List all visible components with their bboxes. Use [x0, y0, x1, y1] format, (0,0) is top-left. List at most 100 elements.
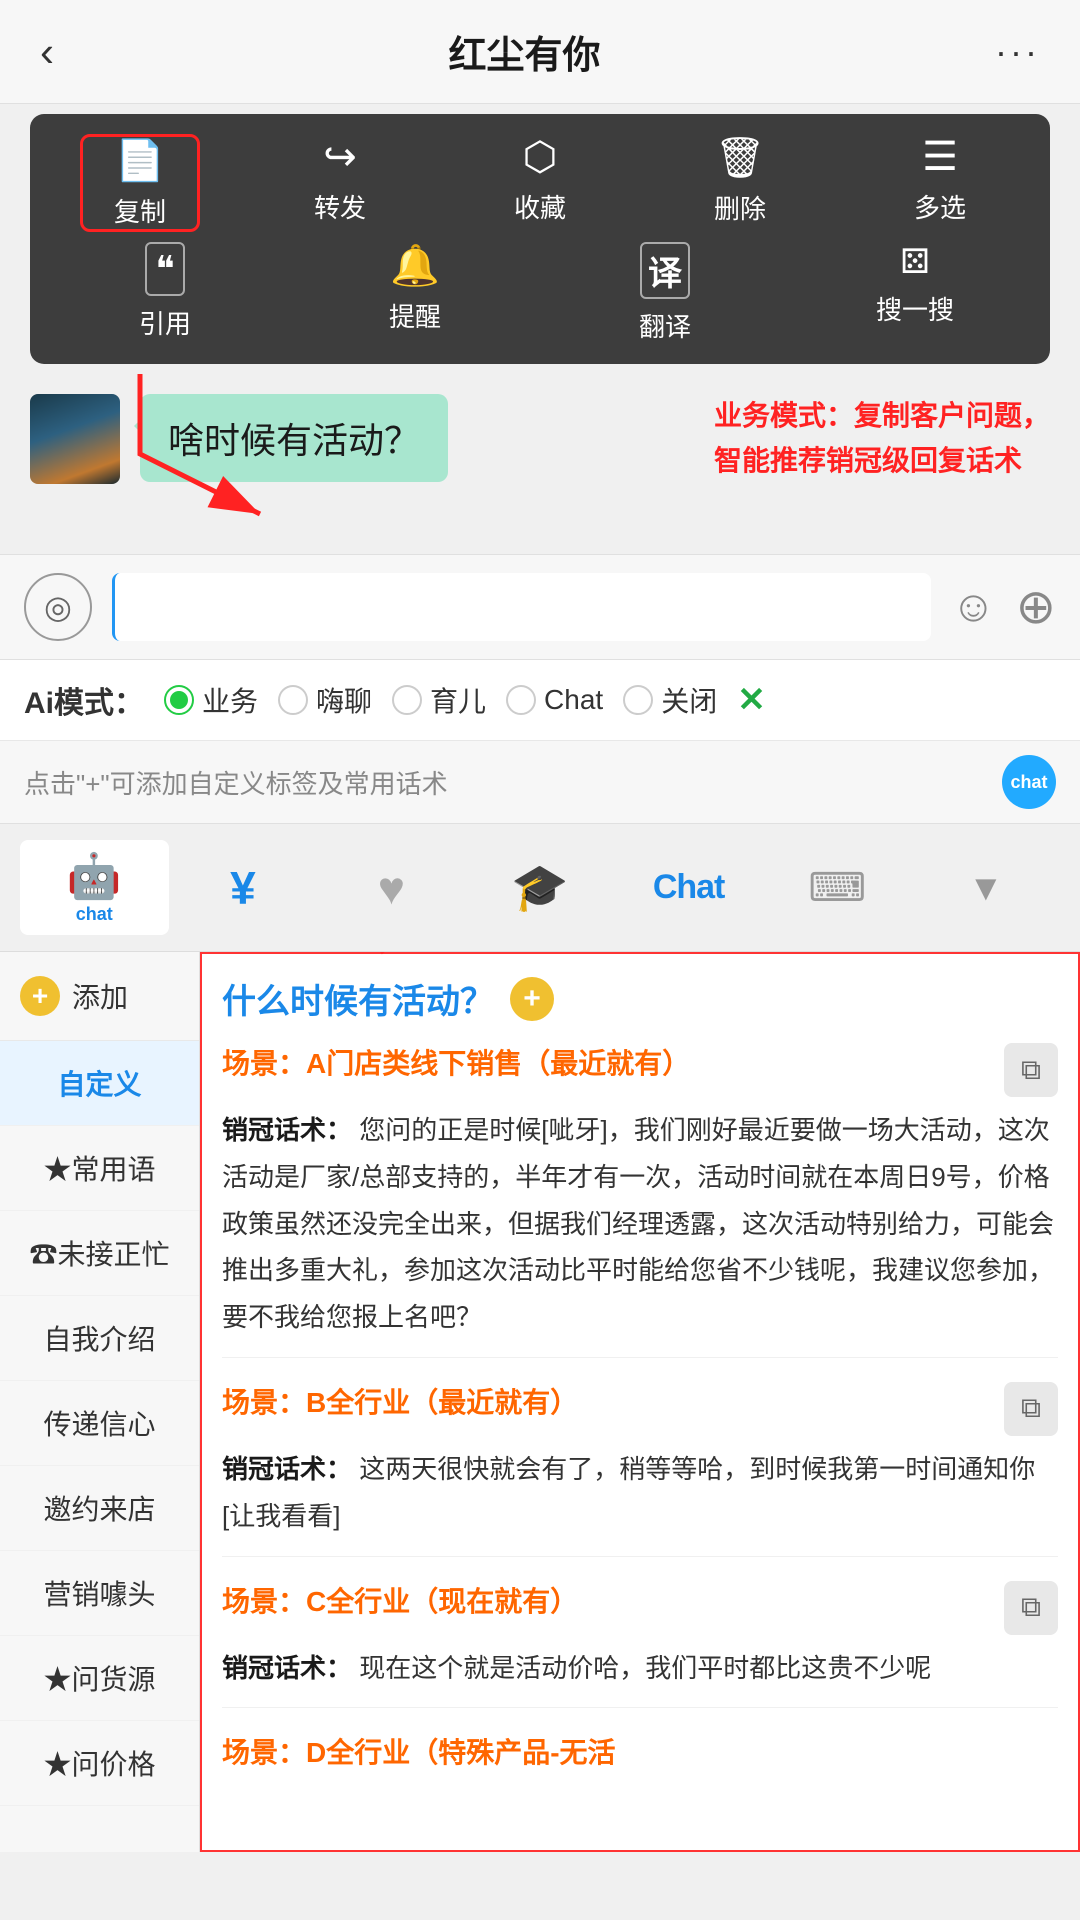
sidebar-item-busy[interactable]: ☎未接正忙: [0, 1211, 199, 1296]
scene-a-label: 销冠话术：: [222, 1115, 352, 1145]
scene-c-text: 现在这个就是活动价哈，我们平时都比这贵不少呢: [359, 1653, 931, 1683]
scene-b-header: 场景：B全行业（最近就有） ⧉: [222, 1382, 1058, 1436]
menu-item-quote[interactable]: ❝ 引用: [105, 242, 225, 344]
copy-icon-c: ⧉: [1021, 1591, 1041, 1624]
delete-label: 删除: [714, 189, 766, 226]
quote-icon: ❝: [145, 242, 184, 296]
voice-icon: ◎: [44, 588, 72, 626]
annotation-area: 啥时候有活动？ 业务模式：复制客户问题， 智能推荐销冠级回复话术: [0, 374, 1080, 554]
multiselect-icon: ☰: [922, 134, 958, 180]
sidebar-item-custom[interactable]: 自定义: [0, 1041, 199, 1126]
scene-b-copy-button[interactable]: ⧉: [1004, 1382, 1058, 1436]
ai-mode-option-business[interactable]: 业务: [164, 680, 258, 720]
search-icon: ⚄: [900, 242, 930, 282]
sidebar-item-price[interactable]: ★问价格: [0, 1721, 199, 1806]
toolbar-item-heart[interactable]: ♥: [317, 851, 466, 925]
content-panel: 什么时候有活动？ + 场景：A门店类线下销售（最近就有） ⧉ 销冠话术： 您问的…: [200, 952, 1080, 1852]
scene-a-content: 销冠话术： 您问的正是时候[呲牙]，我们刚好最近要做一场大活动，这次活动是厂家/…: [222, 1107, 1058, 1341]
scene-b-content: 销冠话术： 这两天很快就会有了，稍等等哈，到时候我第一时间通知你[让我看看]: [222, 1446, 1058, 1540]
menu-item-translate[interactable]: 译 翻译: [605, 242, 725, 344]
chat-badge: chat: [1002, 755, 1056, 809]
scene-a-text: 您问的正是时候[呲牙]，我们刚好最近要做一场大活动，这次活动是厂家/总部支持的，…: [222, 1115, 1054, 1332]
menu-item-search[interactable]: ⚄ 搜一搜: [855, 242, 975, 344]
menu-item-delete[interactable]: 🗑 删除: [680, 134, 800, 232]
graduation-icon: 🎓: [511, 860, 568, 915]
scene-c-copy-button[interactable]: ⧉: [1004, 1581, 1058, 1635]
copy-label: 复制: [114, 192, 166, 229]
favorite-icon: ⬡: [523, 134, 558, 180]
voice-button[interactable]: ◎: [24, 573, 92, 641]
hint-bar: 点击"+"可添加自定义标签及常用话术 chat: [0, 741, 1080, 824]
radio-chat: [278, 685, 308, 715]
ai-mode-chat2-label: Chat: [544, 684, 603, 716]
sidebar-common-label: ★常用语: [43, 1154, 155, 1185]
message-input[interactable]: [112, 573, 931, 641]
radio-business: [164, 685, 194, 715]
query-add-button[interactable]: +: [510, 977, 554, 1021]
sidebar-item-invite[interactable]: 邀约来店: [0, 1466, 199, 1551]
back-button[interactable]: ‹: [40, 28, 54, 76]
scene-c-label: 销冠话术：: [222, 1653, 352, 1683]
main-content: + 添加 自定义 ★常用语 ☎未接正忙 自我介绍 传递信心 邀约来店 营销噱头 …: [0, 952, 1080, 1852]
expand-icon: ▼: [968, 867, 1004, 909]
ai-mode-label: Ai模式：: [24, 678, 144, 722]
add-button[interactable]: ⊕: [1016, 579, 1056, 635]
radio-dot-business: [170, 691, 188, 709]
toolbar-item-keyboard[interactable]: ⌨: [763, 855, 912, 921]
sidebar-item-confidence[interactable]: 传递信心: [0, 1381, 199, 1466]
sidebar-price-label: ★问价格: [43, 1749, 155, 1780]
ai-mode-option-parenting[interactable]: 育儿: [392, 680, 486, 720]
ai-mode-parenting-label: 育儿: [430, 680, 486, 720]
toolbar-item-graduation[interactable]: 🎓: [466, 850, 615, 925]
translate-label: 翻译: [639, 307, 691, 344]
sidebar-busy-label: ☎未接正忙: [29, 1239, 169, 1270]
sidebar-item-intro[interactable]: 自我介绍: [0, 1296, 199, 1381]
chat-bubble: 啥时候有活动？: [140, 394, 448, 482]
menu-item-copy[interactable]: 📄 复制: [80, 134, 200, 232]
sidebar-marketing-label: 营销噱头: [43, 1579, 155, 1610]
page-title: 红尘有你: [449, 24, 601, 79]
context-menu: 📄 复制 ↪ 转发 ⬡ 收藏 🗑 删除 ☰ 多选 ❝ 引用 🔔 提醒 译: [30, 114, 1050, 364]
toolbar-item-chat-text[interactable]: Chat: [614, 858, 763, 917]
sidebar-item-common[interactable]: ★常用语: [0, 1126, 199, 1211]
favorite-label: 收藏: [514, 188, 566, 225]
scene-d-title: 场景：D全行业（特殊产品-无活: [222, 1732, 1058, 1774]
chat-badge-label: chat: [1010, 772, 1047, 793]
emoji-button[interactable]: ☺: [951, 582, 996, 632]
ai-mode-bar: Ai模式： 业务 嗨聊 育儿 Chat 关闭 ✕: [0, 660, 1080, 741]
ai-mode-chat-label: 嗨聊: [316, 680, 372, 720]
toolbar-item-expand[interactable]: ▼: [911, 857, 1060, 919]
hint-text: 点击"+"可添加自定义标签及常用话术: [24, 764, 448, 801]
scene-a-copy-button[interactable]: ⧉: [1004, 1043, 1058, 1097]
ai-robot-icon: 🤖: [67, 850, 122, 902]
ai-mode-option-chat[interactable]: 嗨聊: [278, 680, 372, 720]
scene-a-header: 场景：A门店类线下销售（最近就有） ⧉: [222, 1043, 1058, 1097]
scene-c-title: 场景：C全行业（现在就有）: [222, 1581, 1004, 1623]
ai-mode-option-chat2[interactable]: Chat: [506, 684, 603, 716]
ai-robot-label: chat: [76, 904, 113, 925]
multiselect-label: 多选: [914, 188, 966, 225]
menu-item-forward[interactable]: ↪ 转发: [280, 134, 400, 232]
radio-off: [623, 685, 653, 715]
annotation-label: 业务模式：复制客户问题， 智能推荐销冠级回复话术: [714, 400, 1050, 476]
copy-icon: 📄: [115, 137, 165, 184]
ai-mode-option-off[interactable]: 关闭: [623, 680, 717, 720]
translate-icon: 译: [640, 242, 690, 299]
copy-icon-b: ⧉: [1021, 1392, 1041, 1425]
toolbar-item-yuan[interactable]: ¥: [169, 851, 318, 925]
more-button[interactable]: ···: [995, 31, 1040, 73]
query-title: 什么时候有活动？: [222, 974, 494, 1023]
ai-mode-business-label: 业务: [202, 680, 258, 720]
sidebar-item-marketing[interactable]: 营销噱头: [0, 1551, 199, 1636]
menu-item-favorite[interactable]: ⬡ 收藏: [480, 134, 600, 232]
toolbar-item-ai[interactable]: 🤖 chat: [20, 840, 169, 935]
avatar-image: [30, 394, 120, 484]
menu-item-multiselect[interactable]: ☰ 多选: [880, 134, 1000, 232]
ai-mode-close-button[interactable]: ✕: [737, 680, 766, 720]
scene-c-content: 销冠话术： 现在这个就是活动价哈，我们平时都比这贵不少呢: [222, 1645, 1058, 1692]
keyboard-icon: ⌨: [808, 865, 866, 911]
scene-b-label: 销冠话术：: [222, 1454, 352, 1484]
sidebar-add-button[interactable]: + 添加: [0, 952, 199, 1041]
sidebar-item-source[interactable]: ★问货源: [0, 1636, 199, 1721]
menu-item-remind[interactable]: 🔔 提醒: [355, 242, 475, 344]
